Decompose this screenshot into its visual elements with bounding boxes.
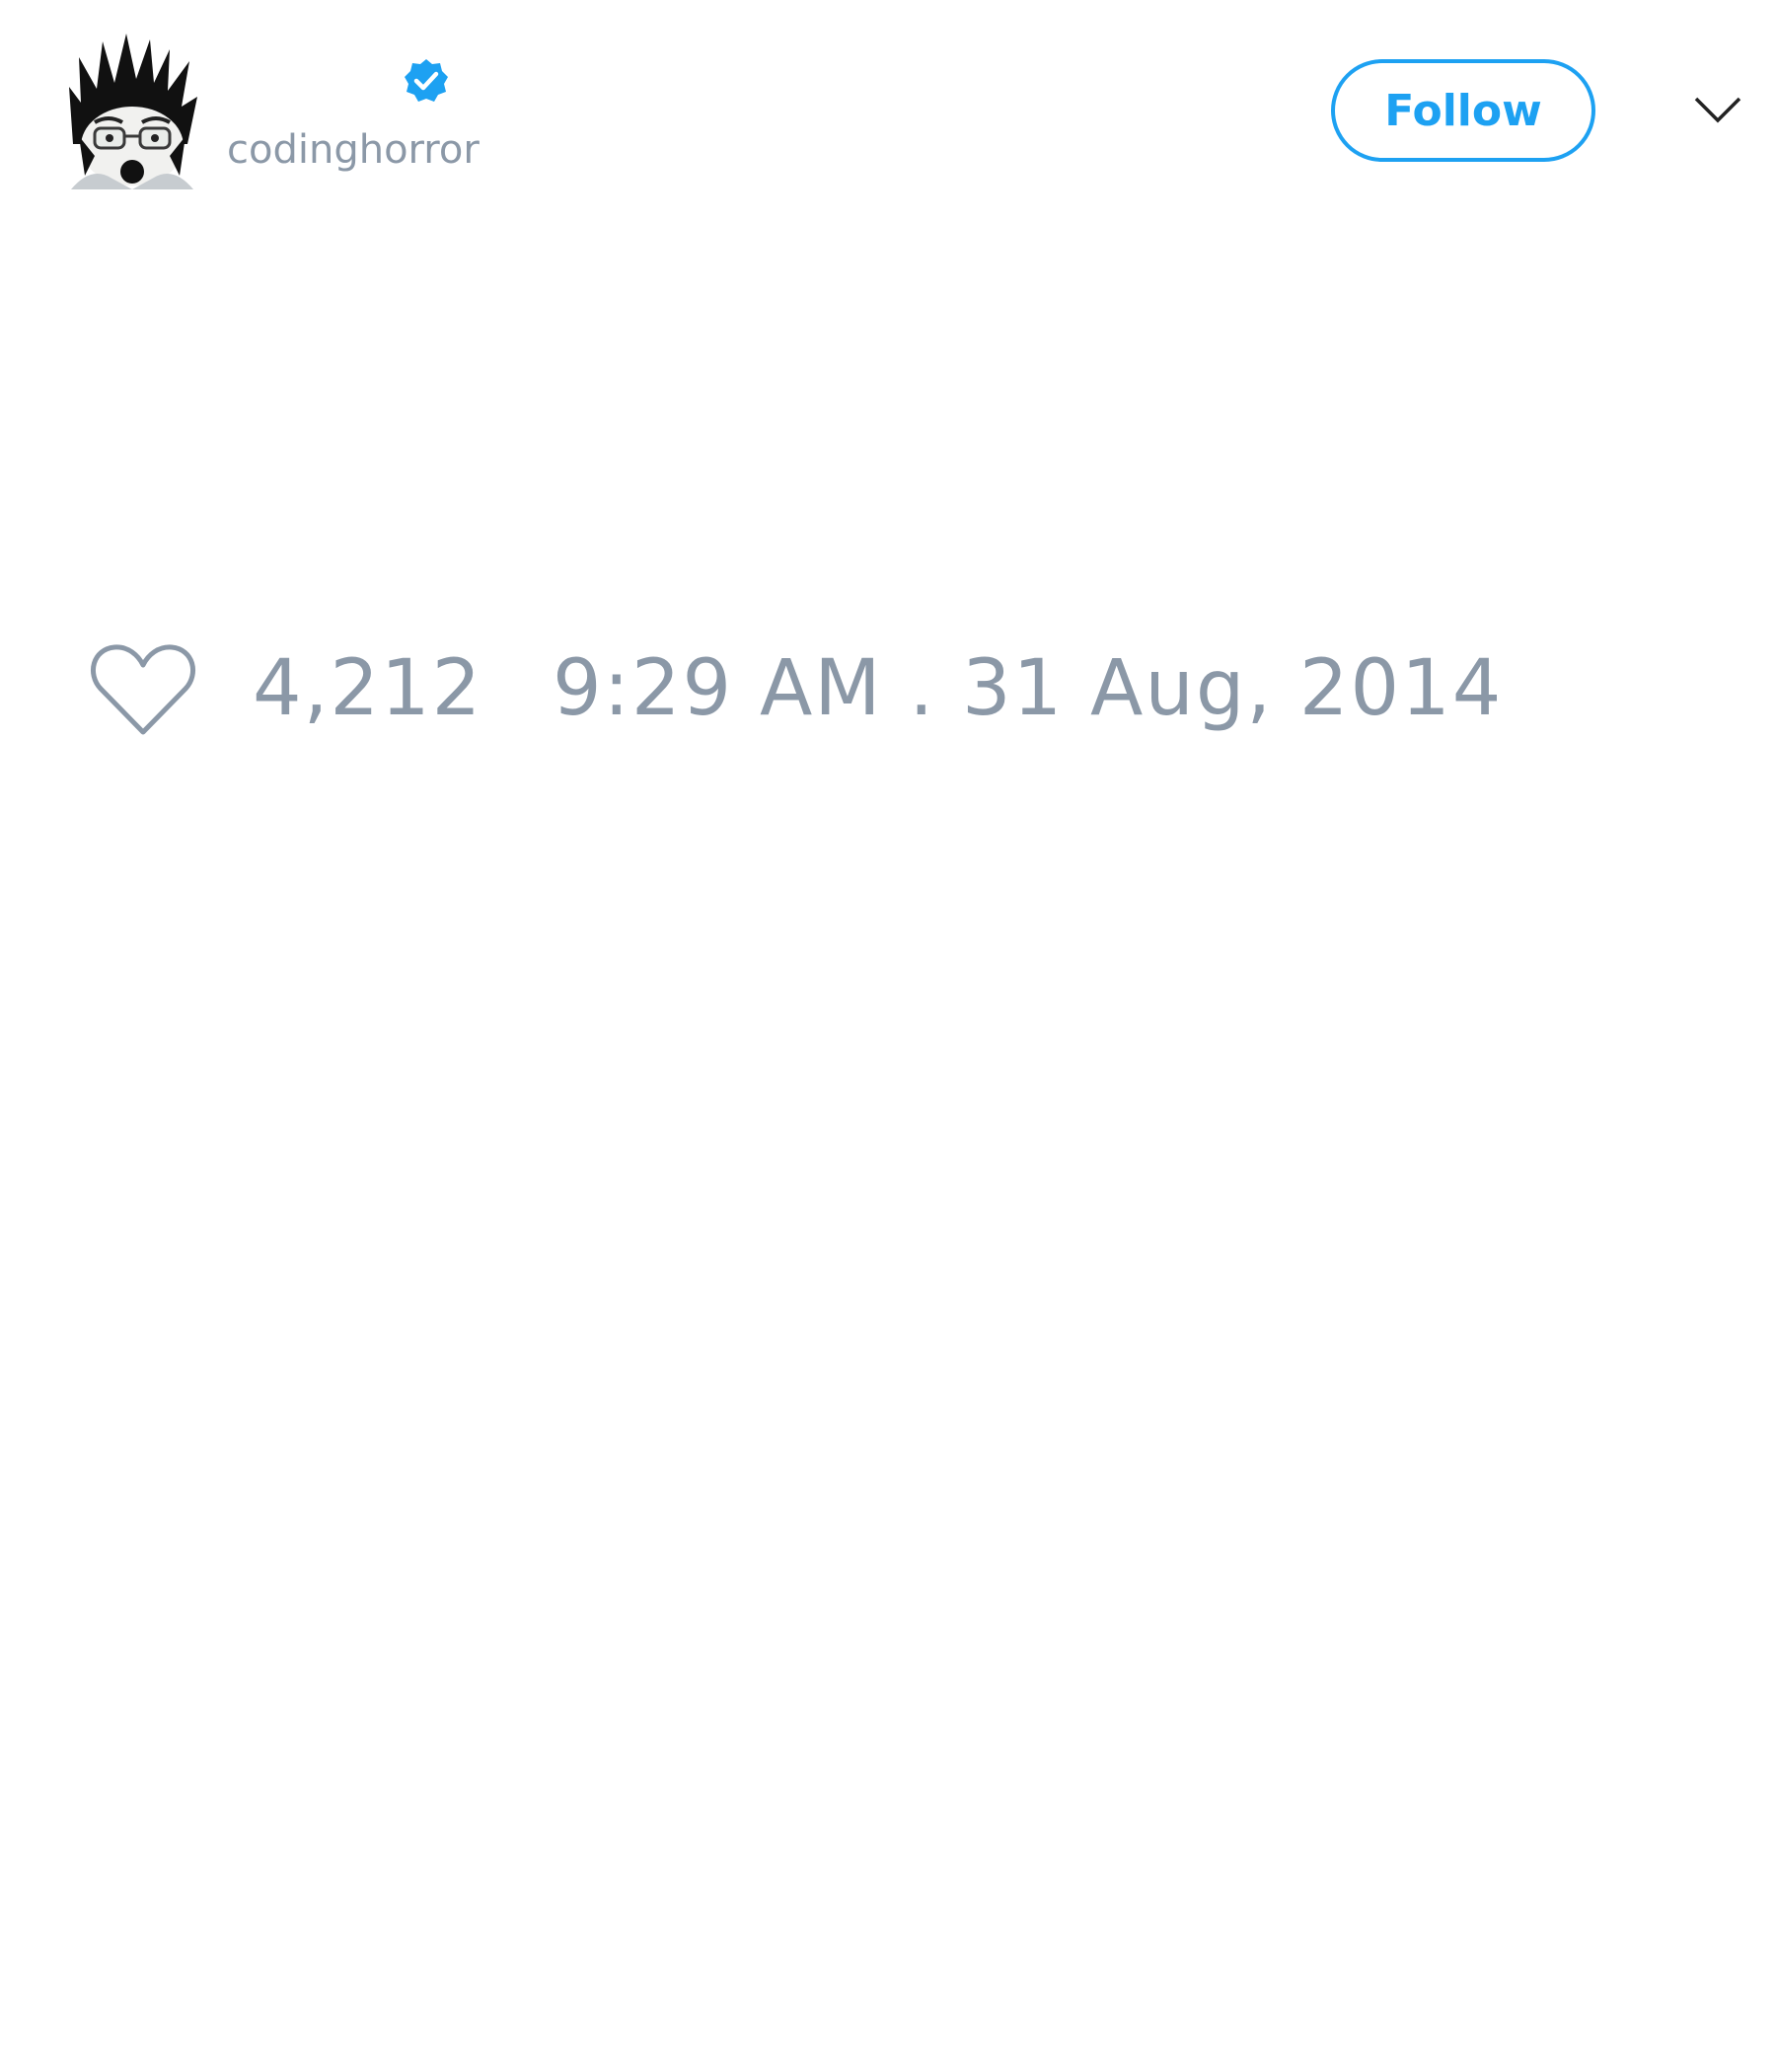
like-button[interactable] xyxy=(89,641,197,740)
follow-button[interactable]: Follow xyxy=(1331,59,1595,162)
heart-icon xyxy=(91,644,195,735)
menu-button[interactable] xyxy=(1693,89,1742,130)
chevron-down-icon xyxy=(1694,97,1741,123)
avatar[interactable] xyxy=(51,28,213,189)
tweet-header: codinghorror Follow xyxy=(0,0,1776,217)
author-handle[interactable]: codinghorror xyxy=(227,126,480,174)
tweet-meta: 4,212 9:29 AM . 31 Aug, 2014 xyxy=(0,622,1776,740)
tweet-timestamp[interactable]: 9:29 AM . 31 Aug, 2014 xyxy=(553,641,1503,736)
verified-badge-icon xyxy=(405,59,448,102)
verified-badge xyxy=(403,57,450,105)
like-count: 4,212 xyxy=(253,644,483,733)
avatar-image xyxy=(69,34,197,189)
